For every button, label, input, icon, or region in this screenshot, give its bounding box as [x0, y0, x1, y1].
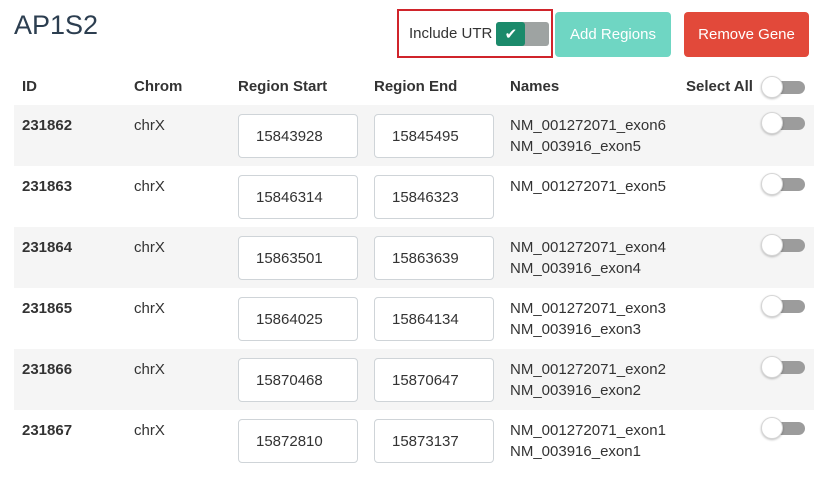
toggle-knob	[761, 234, 783, 256]
region-start-input[interactable]: 15872810	[238, 419, 358, 463]
region-name: NM_001272071_exon4	[510, 239, 666, 256]
column-header-chrom: Chrom	[134, 78, 183, 95]
region-names: NM_001272071_exon2 NM_003916_exon2	[510, 359, 666, 401]
region-chrom: chrX	[134, 361, 165, 378]
region-end-input[interactable]: 15873137	[374, 419, 494, 463]
check-icon: ✔	[496, 21, 526, 46]
regions-table-body: 231862 chrX 15843928 15845495 NM_0012720…	[14, 105, 814, 471]
region-name: NM_003916_exon1	[510, 443, 641, 460]
include-utr-control: Include UTR ✔	[397, 9, 553, 58]
column-header-region-end: Region End	[374, 78, 458, 95]
toggle-knob	[761, 173, 783, 195]
row-select-toggle[interactable]	[761, 173, 806, 195]
region-end-input[interactable]: 15864134	[374, 297, 494, 341]
region-name: NM_001272071_exon2	[510, 361, 666, 378]
row-select-toggle[interactable]	[761, 234, 806, 256]
include-utr-toggle[interactable]: ✔	[496, 21, 550, 46]
table-row: 231865 chrX 15864025 15864134 NM_0012720…	[14, 288, 814, 349]
table-row: 231864 chrX 15863501 15863639 NM_0012720…	[14, 227, 814, 288]
region-name: NM_001272071_exon6	[510, 117, 666, 134]
region-name: NM_001272071_exon3	[510, 300, 666, 317]
region-id: 231862	[22, 117, 73, 134]
add-regions-button[interactable]: Add Regions	[555, 12, 671, 57]
region-name: NM_001272071_exon5	[510, 178, 666, 195]
remove-gene-button[interactable]: Remove Gene	[684, 12, 809, 57]
region-end-input[interactable]: 15863639	[374, 236, 494, 280]
region-names: NM_001272071_exon4 NM_003916_exon4	[510, 237, 666, 279]
table-row: 231863 chrX 15846314 15846323 NM_0012720…	[14, 166, 814, 227]
table-row: 231866 chrX 15870468 15870647 NM_0012720…	[14, 349, 814, 410]
region-name: NM_003916_exon3	[510, 321, 641, 338]
region-id: 231867	[22, 422, 73, 439]
region-start-input[interactable]: 15863501	[238, 236, 358, 280]
table-header: ID Chrom Region Start Region End Names S…	[0, 78, 829, 98]
region-chrom: chrX	[134, 300, 165, 317]
select-all-toggle[interactable]	[761, 76, 806, 98]
region-name: NM_001272071_exon1	[510, 422, 666, 439]
region-start-input[interactable]: 15846314	[238, 175, 358, 219]
column-header-names: Names	[510, 78, 560, 95]
region-names: NM_001272071_exon3 NM_003916_exon3	[510, 298, 666, 340]
toggle-knob	[761, 112, 783, 134]
row-select-toggle[interactable]	[761, 112, 806, 134]
column-header-select-all: Select All	[686, 78, 753, 95]
region-name: NM_003916_exon4	[510, 260, 641, 277]
column-header-id: ID	[22, 78, 37, 95]
toggle-knob	[761, 356, 783, 378]
region-end-input[interactable]: 15846323	[374, 175, 494, 219]
toggle-knob	[761, 76, 783, 98]
row-select-toggle[interactable]	[761, 417, 806, 439]
region-names: NM_001272071_exon1 NM_003916_exon1	[510, 420, 666, 462]
region-name: NM_003916_exon2	[510, 382, 641, 399]
region-chrom: chrX	[134, 117, 165, 134]
region-names: NM_001272071_exon5	[510, 176, 666, 197]
column-header-region-start: Region Start	[238, 78, 328, 95]
row-select-toggle[interactable]	[761, 356, 806, 378]
region-id: 231863	[22, 178, 73, 195]
gene-title: AP1S2	[14, 10, 99, 40]
table-row: 231867 chrX 15872810 15873137 NM_0012720…	[14, 410, 814, 471]
region-start-input[interactable]: 15864025	[238, 297, 358, 341]
toggle-knob	[761, 417, 783, 439]
region-id: 231866	[22, 361, 73, 378]
region-start-input[interactable]: 15870468	[238, 358, 358, 402]
region-end-input[interactable]: 15845495	[374, 114, 494, 158]
row-select-toggle[interactable]	[761, 295, 806, 317]
region-chrom: chrX	[134, 178, 165, 195]
region-chrom: chrX	[134, 422, 165, 439]
region-id: 231865	[22, 300, 73, 317]
region-id: 231864	[22, 239, 73, 256]
region-end-input[interactable]: 15870647	[374, 358, 494, 402]
region-name: NM_003916_exon5	[510, 138, 641, 155]
region-chrom: chrX	[134, 239, 165, 256]
toggle-knob	[761, 295, 783, 317]
region-names: NM_001272071_exon6 NM_003916_exon5	[510, 115, 666, 157]
region-start-input[interactable]: 15843928	[238, 114, 358, 158]
include-utr-label: Include UTR	[409, 25, 493, 42]
table-row: 231862 chrX 15843928 15845495 NM_0012720…	[14, 105, 814, 166]
